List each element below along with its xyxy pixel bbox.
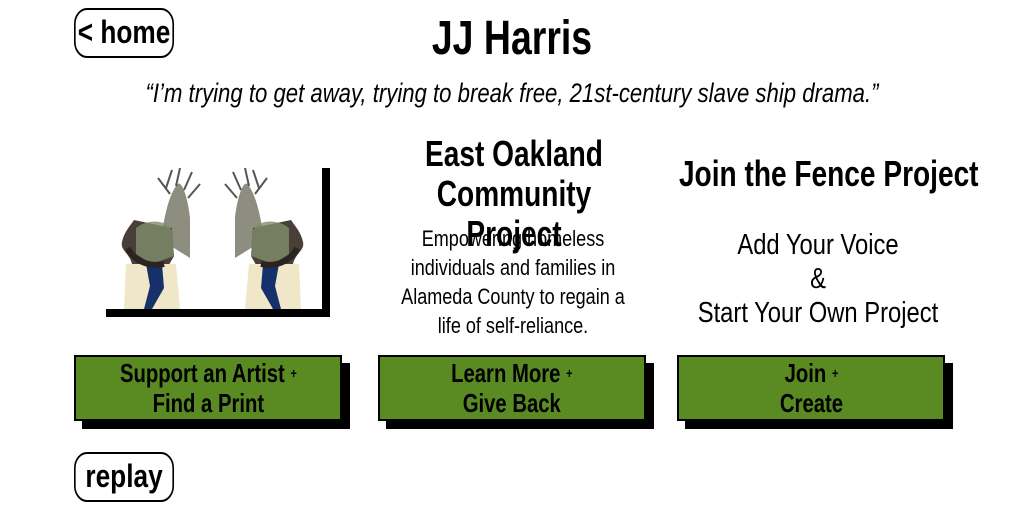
button-label: Join + Create [779,358,842,418]
plus-icon: + [831,365,838,381]
east-oakland-description: Empowering homeless individuals and fami… [401,224,626,340]
button-line: Join [784,358,826,388]
description-line: Start Your Own Project [697,297,939,329]
mirrored-portrait-illustration [121,168,304,309]
description-line: Alameda County to regain a [401,284,625,309]
learn-more-button[interactable]: Learn More + Give Back [378,355,654,429]
plus-icon: + [290,365,297,381]
description-line: Empowering homeless [421,226,605,251]
support-artist-button[interactable]: Support an Artist + Find a Print [74,355,350,429]
fence-project-title: Join the Fence Project [678,153,979,194]
button-line: Create [779,388,843,418]
join-create-button[interactable]: Join + Create [677,355,953,429]
button-line: Learn More [451,358,561,388]
page-title: JJ Harris [431,12,593,65]
button-face[interactable]: Learn More + Give Back [378,355,646,421]
title-line: East Oakland [425,133,603,174]
button-face[interactable]: Join + Create [677,355,945,421]
button-line: Give Back [462,388,562,418]
button-label: Support an Artist + Find a Print [120,358,297,418]
button-line: Support an Artist [119,358,285,388]
artwork-image [106,168,330,317]
frame-right-border [322,168,330,317]
button-line: Find a Print [152,388,264,418]
button-face[interactable]: Support an Artist + Find a Print [74,355,342,421]
description-line: life of self-reliance. [437,313,589,338]
plus-icon: + [566,365,573,381]
description-line: & [810,263,826,295]
artist-quote: “I’m trying to get away, trying to break… [145,78,879,108]
frame-bottom-border [106,309,330,317]
description-line: Add Your Voice [737,229,899,261]
replay-button[interactable]: replay [74,452,175,502]
button-label: Learn More + Give Back [451,358,572,418]
right-portrait [224,168,304,309]
fence-project-description: Add Your Voice & Start Your Own Project [688,228,947,330]
left-portrait [121,168,201,309]
description-line: individuals and families in [410,255,616,280]
